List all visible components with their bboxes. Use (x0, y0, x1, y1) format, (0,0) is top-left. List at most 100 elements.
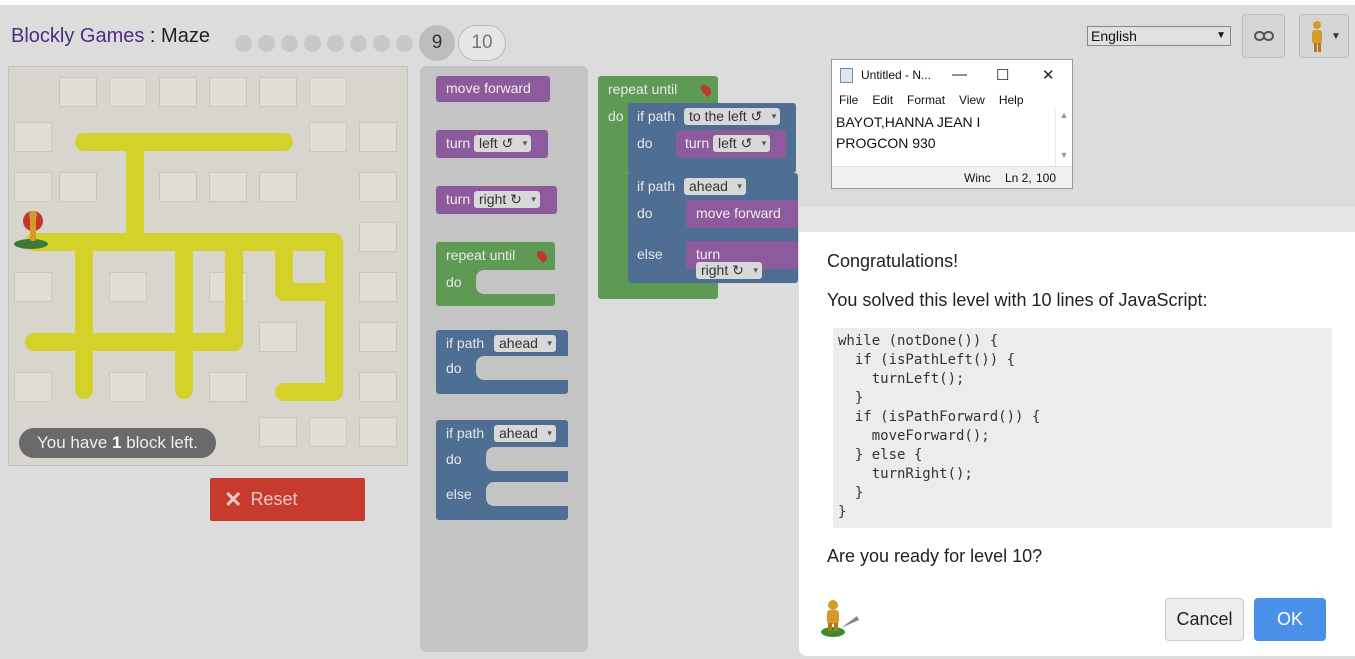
level-dot-2[interactable] (258, 34, 275, 52)
notepad-icon (840, 67, 853, 83)
maze-path (75, 233, 93, 399)
blocks-left-toast: You have 1 block left. (19, 428, 217, 458)
maze-path (275, 283, 343, 301)
maze-tile (109, 77, 147, 107)
pegman-icon (821, 600, 859, 637)
workspace-move-forward-block[interactable]: move forward (686, 200, 798, 228)
path-dropdown[interactable]: to the left ↺ (684, 108, 781, 125)
toolbox-move-forward-block[interactable]: move forward (436, 76, 550, 102)
level-dot-8[interactable] (396, 34, 413, 52)
block-label: turn (696, 246, 721, 262)
direction-dropdown[interactable]: left ↺ (474, 135, 532, 152)
toolbox-if-else-block[interactable]: if path ahead do else (436, 420, 568, 520)
statement-slot (486, 447, 568, 471)
toolbox-turn-right-block[interactable]: turn right ↻ (436, 186, 557, 214)
brand-link[interactable]: Blockly Games (11, 25, 144, 47)
path-dropdown[interactable]: ahead (494, 425, 556, 442)
workspace-turn-right-block[interactable]: turn right ↻ (686, 241, 798, 279)
notepad-window[interactable]: Untitled - N... — ☐ ✕ File Edit Format V… (831, 59, 1073, 189)
notepad-text-area[interactable]: BAYOT,HANNA JEAN I PROGCON 930 (836, 112, 1058, 168)
block-else-label: else (446, 486, 472, 502)
code-line: if (isPathForward()) { (838, 409, 1041, 425)
level-selector: 9 10 (235, 25, 509, 61)
level-next[interactable]: 10 (458, 25, 506, 61)
maze-path (275, 383, 343, 401)
congrats-dialog: Congratulations! You solved this level w… (799, 232, 1355, 656)
statement-slot (476, 270, 555, 294)
reset-button[interactable]: ✕ Reset (210, 478, 365, 521)
maze-path (25, 333, 243, 351)
maze-tile (14, 172, 52, 202)
maze-path (126, 133, 144, 239)
menu-file[interactable]: File (839, 93, 858, 107)
menu-help[interactable]: Help (999, 93, 1024, 107)
toolbox-repeat-until-block[interactable]: repeat until do (436, 242, 555, 306)
close-icon[interactable]: ✕ (1042, 66, 1055, 84)
link-button[interactable] (1242, 14, 1285, 58)
scroll-down-icon[interactable]: ▼ (1056, 150, 1072, 160)
notepad-line: BAYOT,HANNA JEAN I (836, 114, 981, 130)
toolbox-turn-left-block[interactable]: turn left ↺ (436, 130, 548, 158)
maze-tile (159, 172, 197, 202)
block-label: move forward (696, 205, 781, 221)
direction-dropdown[interactable]: right ↻ (474, 191, 540, 208)
code-line: } (838, 390, 864, 406)
block-do-label: do (446, 274, 462, 290)
maze-path (175, 233, 193, 399)
cancel-button[interactable]: Cancel (1165, 598, 1244, 641)
scroll-up-icon[interactable]: ▲ (1056, 110, 1072, 120)
level-dot-5[interactable] (327, 34, 344, 52)
menu-edit[interactable]: Edit (872, 93, 893, 107)
workspace-turn-left-block[interactable]: turn left ↺ (676, 130, 786, 158)
block-label: turn (446, 135, 471, 151)
maze-tile (309, 122, 347, 152)
code-line: moveForward(); (838, 428, 990, 444)
statement-slot (476, 356, 568, 380)
dialog-question: Are you ready for level 10? (827, 546, 1043, 566)
path-dropdown[interactable]: ahead (684, 178, 746, 195)
maze-tile (359, 172, 397, 202)
level-current[interactable]: 9 (419, 25, 455, 61)
menu-format[interactable]: Format (907, 93, 945, 107)
header: Blockly Games : Maze 9 10 English ▼ ▼ (0, 5, 1355, 65)
maze-tile (259, 417, 297, 447)
block-do-label: do (446, 451, 462, 467)
toolbox-if-path-block[interactable]: if path ahead do (436, 330, 568, 394)
ok-button[interactable]: OK (1254, 598, 1326, 641)
block-toolbox: move forward turn left ↺ turn right ↻ re… (420, 66, 588, 652)
maze-tile (359, 372, 397, 402)
block-else-label: else (637, 246, 663, 262)
maze-board: You have 1 block left. (8, 66, 408, 466)
title-separator: : (144, 25, 162, 47)
menu-view[interactable]: View (959, 93, 985, 107)
chevron-down-icon: ▼ (1216, 30, 1226, 41)
block-label: repeat until (608, 81, 678, 97)
block-label: if path (446, 335, 485, 351)
statement-slot (486, 482, 568, 506)
chevron-down-icon: ▼ (1331, 30, 1341, 42)
block-do-label: do (637, 135, 653, 151)
language-select[interactable]: English ▼ (1087, 26, 1231, 46)
path-dropdown[interactable]: ahead (494, 335, 556, 352)
direction-dropdown[interactable]: right ↻ (696, 262, 762, 279)
maze-tile (259, 77, 297, 107)
level-dot-6[interactable] (350, 34, 367, 52)
level-dot-7[interactable] (373, 34, 390, 52)
dialog-message: You solved this level with 10 lines of J… (827, 290, 1208, 310)
dialog-title: Congratulations! (827, 251, 959, 271)
minimize-icon[interactable]: — (952, 66, 967, 83)
maze-tile (109, 372, 147, 402)
level-dot-1[interactable] (235, 34, 252, 52)
maze-tile (259, 322, 297, 352)
notepad-scrollbar[interactable]: ▲ ▼ (1055, 110, 1072, 168)
maze-tile (14, 372, 52, 402)
level-dot-3[interactable] (281, 34, 298, 52)
direction-dropdown[interactable]: left ↺ (713, 135, 771, 152)
goal-marker-icon (534, 248, 550, 264)
maze-tile (109, 272, 147, 302)
maximize-icon[interactable]: ☐ (996, 66, 1009, 84)
goal-marker-icon (698, 82, 714, 98)
pegman-menu-button[interactable]: ▼ (1299, 14, 1349, 58)
maze-tile (209, 77, 247, 107)
level-dot-4[interactable] (304, 34, 321, 52)
